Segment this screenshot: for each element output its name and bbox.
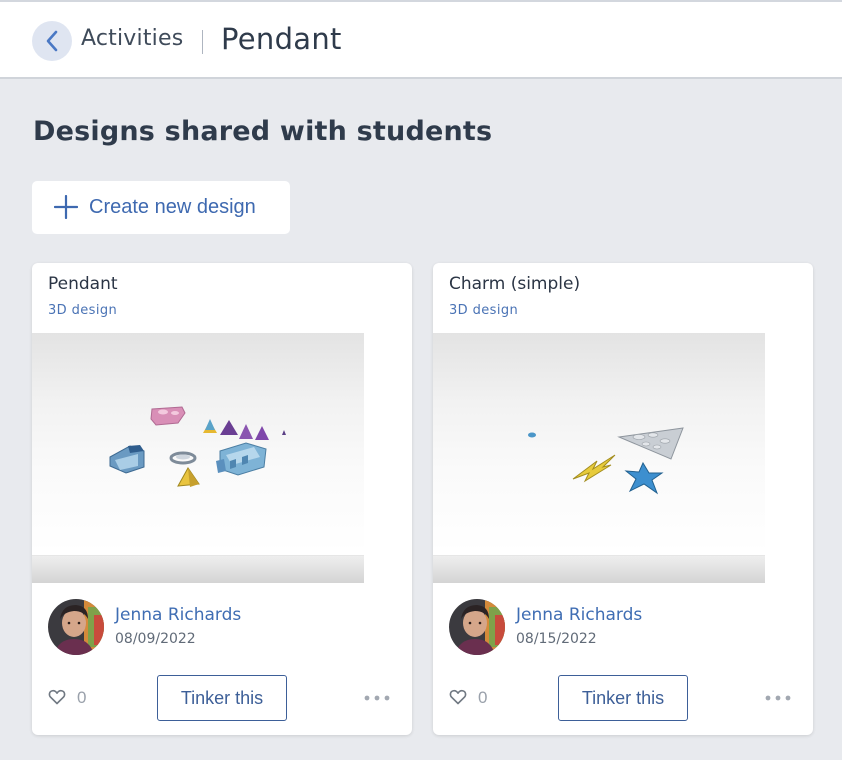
share-date: 08/09/2022 bbox=[115, 631, 196, 647]
page-title: Pendant bbox=[221, 22, 342, 56]
chevron-left-icon bbox=[46, 30, 58, 52]
card-type: 3D design bbox=[48, 303, 118, 318]
design-thumbnail[interactable] bbox=[433, 333, 765, 583]
like-count: 0 bbox=[77, 688, 87, 707]
like-button[interactable]: 0 bbox=[449, 687, 499, 709]
design-card-pendant: Pendant 3D design Jenna Richards 08/09/2… bbox=[32, 263, 412, 735]
create-new-design-label: Create new design bbox=[89, 196, 256, 218]
charm-scene-image bbox=[528, 427, 684, 495]
tinker-this-button[interactable]: Tinker this bbox=[157, 675, 287, 721]
plus-icon bbox=[54, 195, 78, 219]
share-date: 08/15/2022 bbox=[516, 631, 597, 647]
avatar bbox=[48, 599, 104, 655]
design-thumbnail[interactable] bbox=[32, 333, 364, 583]
card-title[interactable]: Pendant bbox=[48, 274, 118, 294]
scene-floor bbox=[433, 555, 765, 583]
top-bar: Activities Pendant bbox=[0, 0, 842, 79]
pendant-scene-image bbox=[109, 406, 286, 487]
heart-icon bbox=[48, 689, 66, 705]
breadcrumb-activities[interactable]: Activities bbox=[81, 26, 183, 51]
like-count: 0 bbox=[478, 688, 488, 707]
avatar bbox=[449, 599, 505, 655]
card-title[interactable]: Charm (simple) bbox=[449, 274, 580, 294]
tinker-this-button[interactable]: Tinker this bbox=[558, 675, 688, 721]
breadcrumb-divider bbox=[202, 30, 203, 54]
design-card-charm: Charm (simple) 3D design Jenna Richards … bbox=[433, 263, 813, 735]
section-heading: Designs shared with students bbox=[33, 116, 493, 147]
author-name[interactable]: Jenna Richards bbox=[115, 605, 241, 625]
create-new-design-button[interactable]: Create new design bbox=[32, 181, 290, 234]
back-button[interactable] bbox=[32, 21, 72, 61]
heart-icon bbox=[449, 689, 467, 705]
more-options-icon[interactable] bbox=[362, 688, 392, 708]
card-type: 3D design bbox=[449, 303, 519, 318]
scene-floor bbox=[32, 555, 364, 583]
author-name[interactable]: Jenna Richards bbox=[516, 605, 642, 625]
more-options-icon[interactable] bbox=[763, 688, 793, 708]
like-button[interactable]: 0 bbox=[48, 687, 98, 709]
